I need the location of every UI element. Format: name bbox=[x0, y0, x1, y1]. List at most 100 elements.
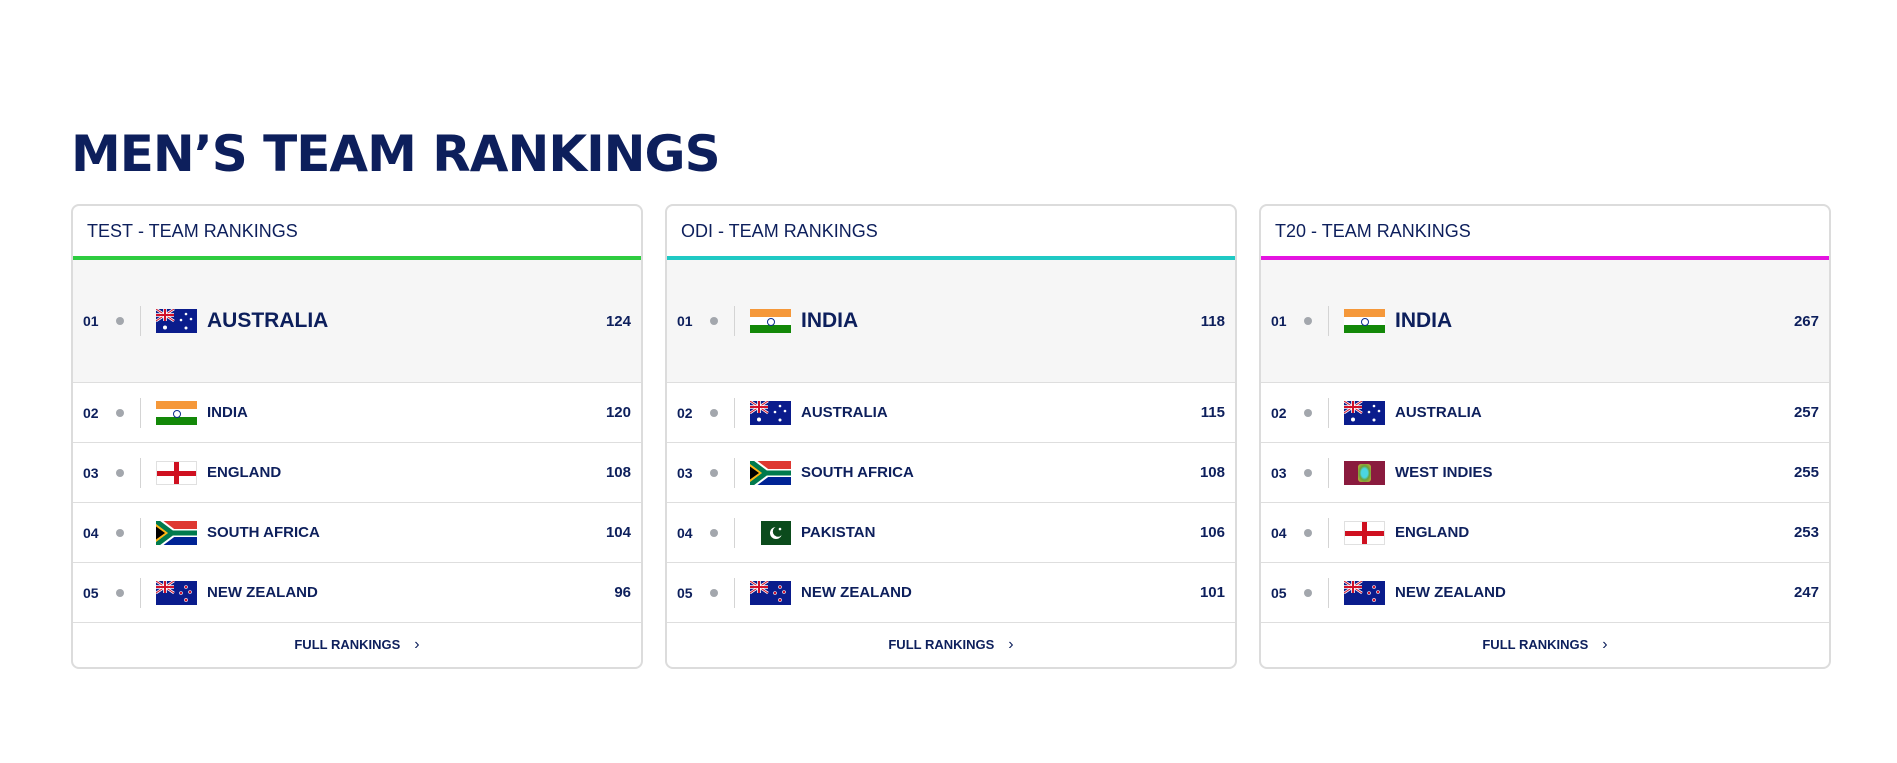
chevron-right-icon: › bbox=[414, 635, 420, 653]
ranking-row[interactable]: 05 NEW ZEALAND 247 bbox=[1261, 563, 1829, 623]
ranking-row[interactable]: 05 NEW ZEALAND 96 bbox=[73, 563, 641, 623]
team-name: NEW ZEALAND bbox=[801, 584, 912, 601]
team-name: NEW ZEALAND bbox=[207, 584, 318, 601]
team-rating: 108 bbox=[605, 464, 631, 481]
rank-number: 02 bbox=[83, 404, 99, 421]
header-suffix: - TEAM RANKINGS bbox=[718, 220, 878, 241]
movement-indicator bbox=[710, 528, 718, 537]
full-rankings-link[interactable]: FULL RANKINGS › bbox=[73, 623, 641, 666]
team-rating: 104 bbox=[605, 524, 631, 541]
team-rating: 101 bbox=[1199, 584, 1225, 601]
ranking-row[interactable]: 04 ENGLAND 253 bbox=[1261, 503, 1829, 563]
rank-number: 03 bbox=[677, 464, 693, 481]
movement-indicator bbox=[116, 588, 124, 597]
team-rating: 96 bbox=[614, 584, 631, 601]
pakistan-flag-icon bbox=[750, 520, 791, 545]
rank-number: 02 bbox=[1271, 404, 1287, 421]
team-name: PAKISTAN bbox=[801, 524, 876, 541]
ranking-row[interactable]: 01 INDIA 267 bbox=[1261, 260, 1829, 383]
ranking-row[interactable]: 01 INDIA 118 bbox=[667, 260, 1235, 383]
new-zealand-flag-icon bbox=[156, 580, 197, 605]
ranking-row[interactable]: 02 AUSTRALIA 257 bbox=[1261, 383, 1829, 443]
divider bbox=[140, 306, 141, 336]
ranking-row[interactable]: 03 SOUTH AFRICA 108 bbox=[667, 443, 1235, 503]
new-zealand-flag-icon bbox=[750, 580, 791, 605]
team-rating: 108 bbox=[1199, 464, 1225, 481]
ranking-row[interactable]: 03 ENGLAND 108 bbox=[73, 443, 641, 503]
full-rankings-label: FULL RANKINGS bbox=[294, 637, 401, 652]
india-flag-icon bbox=[750, 309, 791, 333]
full-rankings-label: FULL RANKINGS bbox=[1482, 637, 1589, 652]
test-rankings-card: TEST - TEAM RANKINGS 01 AUSTRALIA 124 02… bbox=[71, 204, 643, 669]
ranking-row[interactable]: 05 NEW ZEALAND 101 bbox=[667, 563, 1235, 623]
divider bbox=[140, 457, 141, 488]
team-name: NEW ZEALAND bbox=[1395, 584, 1506, 601]
rankings-cards: TEST - TEAM RANKINGS 01 AUSTRALIA 124 02… bbox=[71, 204, 1831, 669]
movement-indicator bbox=[116, 408, 124, 417]
format-label: ODI bbox=[681, 220, 714, 241]
team-rating: 106 bbox=[1199, 524, 1225, 541]
divider bbox=[734, 517, 735, 548]
divider bbox=[1328, 517, 1329, 548]
south-africa-flag-icon bbox=[156, 520, 197, 545]
ranking-row[interactable]: 04 SOUTH AFRICA 104 bbox=[73, 503, 641, 563]
divider bbox=[734, 457, 735, 488]
ranking-row[interactable]: 02 INDIA 120 bbox=[73, 383, 641, 443]
divider bbox=[1328, 306, 1329, 336]
team-name: INDIA bbox=[207, 404, 248, 421]
movement-indicator bbox=[710, 317, 718, 325]
movement-indicator bbox=[1304, 408, 1312, 417]
team-name: SOUTH AFRICA bbox=[207, 524, 320, 541]
movement-indicator bbox=[1304, 317, 1312, 325]
team-rating: 257 bbox=[1793, 404, 1819, 421]
chevron-right-icon: › bbox=[1602, 635, 1608, 653]
team-name: ENGLAND bbox=[207, 464, 282, 481]
full-rankings-link[interactable]: FULL RANKINGS › bbox=[667, 623, 1235, 666]
south-africa-flag-icon bbox=[750, 460, 791, 485]
ranking-row[interactable]: 01 AUSTRALIA 124 bbox=[73, 260, 641, 383]
team-name: INDIA bbox=[801, 309, 859, 332]
full-rankings-label: FULL RANKINGS bbox=[888, 637, 995, 652]
rank-number: 01 bbox=[1271, 313, 1287, 329]
divider bbox=[1328, 457, 1329, 488]
header-suffix: - TEAM RANKINGS bbox=[138, 220, 298, 241]
chevron-right-icon: › bbox=[1008, 635, 1014, 653]
australia-flag-icon bbox=[156, 309, 197, 333]
rank-number: 04 bbox=[1271, 524, 1287, 541]
card-header: ODI - TEAM RANKINGS bbox=[667, 206, 1235, 260]
ranking-row[interactable]: 03 WEST INDIES 255 bbox=[1261, 443, 1829, 503]
australia-flag-icon bbox=[750, 400, 791, 425]
ranking-row[interactable]: 02 AUSTRALIA 115 bbox=[667, 383, 1235, 443]
movement-indicator bbox=[1304, 528, 1312, 537]
format-label: T20 bbox=[1275, 220, 1307, 241]
team-rating: 267 bbox=[1793, 312, 1819, 330]
england-flag-icon bbox=[156, 460, 197, 485]
divider bbox=[734, 397, 735, 428]
divider bbox=[734, 306, 735, 336]
team-name: WEST INDIES bbox=[1395, 464, 1493, 481]
team-rating: 118 bbox=[1200, 312, 1225, 330]
divider bbox=[140, 577, 141, 608]
rank-number: 01 bbox=[83, 313, 99, 329]
rank-number: 04 bbox=[83, 524, 99, 541]
movement-indicator bbox=[1304, 468, 1312, 477]
divider bbox=[140, 517, 141, 548]
team-name: AUSTRALIA bbox=[207, 309, 329, 332]
full-rankings-link[interactable]: FULL RANKINGS › bbox=[1261, 623, 1829, 666]
divider bbox=[1328, 577, 1329, 608]
team-rating: 120 bbox=[605, 404, 631, 421]
ranking-row[interactable]: 04 PAKISTAN 106 bbox=[667, 503, 1235, 563]
england-flag-icon bbox=[1344, 520, 1385, 545]
rank-number: 03 bbox=[1271, 464, 1287, 481]
rank-number: 04 bbox=[677, 524, 693, 541]
movement-indicator bbox=[116, 528, 124, 537]
team-name: INDIA bbox=[1395, 309, 1453, 332]
rank-number: 05 bbox=[677, 584, 693, 601]
divider bbox=[1328, 397, 1329, 428]
movement-indicator bbox=[116, 468, 124, 477]
team-name: AUSTRALIA bbox=[801, 404, 888, 421]
team-rating: 247 bbox=[1793, 584, 1819, 601]
rank-number: 05 bbox=[83, 584, 99, 601]
australia-flag-icon bbox=[1344, 400, 1385, 425]
team-rating: 124 bbox=[605, 312, 631, 330]
